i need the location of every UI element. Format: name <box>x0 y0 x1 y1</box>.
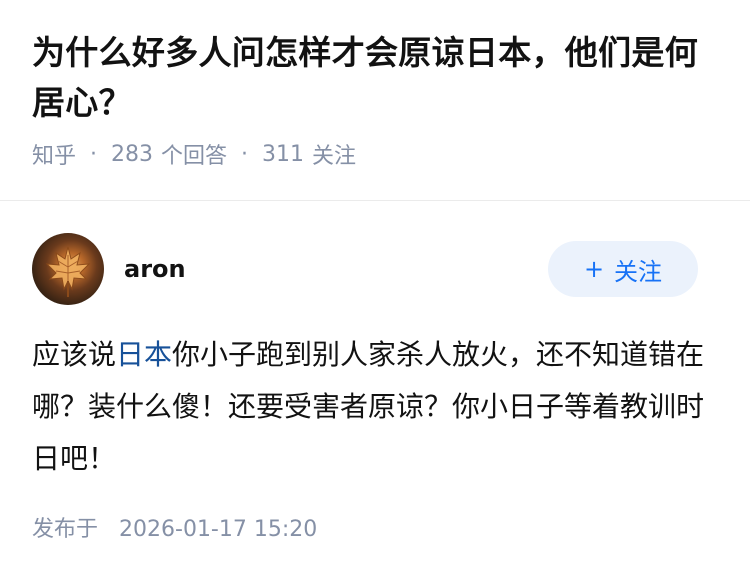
publish-label: 发布于 <box>32 517 99 542</box>
follow-button-label: 关注 <box>614 257 663 286</box>
answer-count: 283 <box>111 141 154 167</box>
plus-icon: + <box>583 255 605 283</box>
author-name[interactable]: aron <box>124 255 186 283</box>
publish-time: 2026-01-17 15:20 <box>119 517 318 542</box>
publish-info: 发布于 2026-01-17 15:20 <box>32 511 317 543</box>
answer-count-label: 个回答 <box>161 144 228 169</box>
separator-dot: · <box>241 141 249 167</box>
maple-leaf-icon <box>45 246 91 297</box>
question-meta: 知乎 · 283 个回答 · 311 关注 <box>32 138 718 170</box>
avatar[interactable] <box>32 233 104 305</box>
topic-link[interactable]: 日本 <box>116 338 172 371</box>
answer-card: aron + 关注 应该说日本你小子跑到别人家杀人放火，还不知道错在哪？装什么傻… <box>0 201 750 580</box>
source-label[interactable]: 知乎 <box>32 138 76 170</box>
question-header: 为什么好多人问怎样才会原谅日本，他们是何居心？ 知乎 · 283 个回答 · 3… <box>0 0 750 200</box>
follow-button[interactable]: + 关注 <box>548 241 698 297</box>
follower-count-label: 关注 <box>312 144 357 169</box>
separator-dot: · <box>90 141 98 167</box>
answer-text-start: 应该说 <box>32 338 117 371</box>
author-row: aron + 关注 <box>32 233 718 305</box>
answer-content: 应该说日本你小子跑到别人家杀人放火，还不知道错在哪？装什么傻！还要受害者原谅？你… <box>32 329 718 485</box>
follower-count: 311 <box>262 141 305 167</box>
question-title[interactable]: 为什么好多人问怎样才会原谅日本，他们是何居心？ <box>32 28 718 128</box>
